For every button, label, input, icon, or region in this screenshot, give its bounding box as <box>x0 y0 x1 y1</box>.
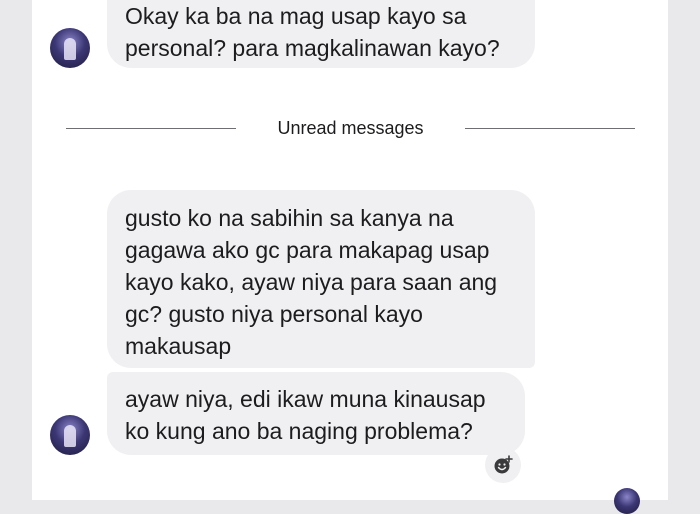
avatar[interactable] <box>50 28 90 68</box>
message-bubble[interactable]: ayaw niya, edi ikaw muna kinausap ko kun… <box>107 372 525 455</box>
message-bubble[interactable]: Okay ka ba na mag usap kayo sa personal?… <box>107 0 535 68</box>
add-reaction-icon <box>494 455 513 474</box>
unread-messages-divider: Unread messages <box>277 118 424 138</box>
divider-line-right <box>465 128 635 129</box>
message-bubble[interactable]: gusto ko na sabihin sa kanya na gagawa a… <box>107 190 535 368</box>
divider-line-left <box>66 128 236 129</box>
avatar[interactable] <box>614 488 640 514</box>
avatar[interactable] <box>50 415 90 455</box>
add-reaction-button[interactable] <box>485 447 521 483</box>
